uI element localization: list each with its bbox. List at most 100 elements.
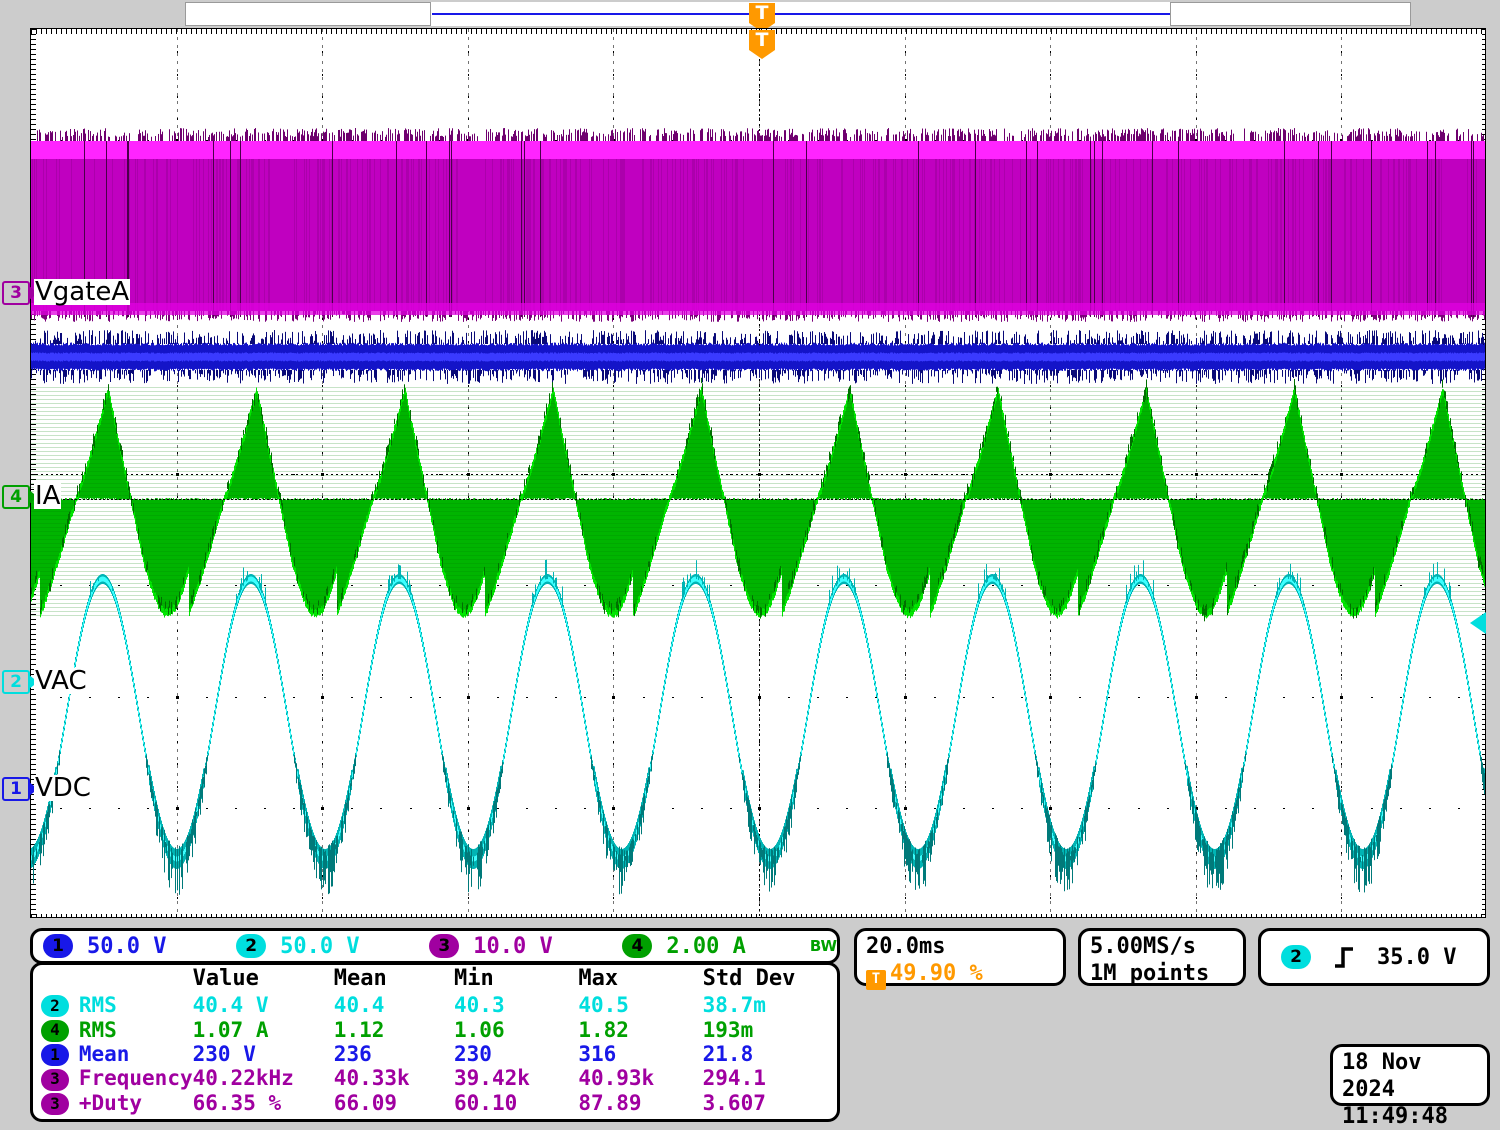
sample-rate: 5.00MS/s <box>1081 931 1243 960</box>
measurement-row[interactable]: 4RMS1.07 A1.121.061.82193m <box>33 1017 837 1041</box>
datetime-panel: 18 Nov 2024 11:49:48 <box>1330 1044 1490 1106</box>
measurement-max: 1.82 <box>578 1017 702 1041</box>
channel-marker-vgatea[interactable]: 3 <box>2 281 30 305</box>
trigger-position-readout: T49.90 % <box>857 960 1063 990</box>
measurement-name: +Duty <box>79 1091 193 1115</box>
measurement-mean: 1.12 <box>334 1017 454 1041</box>
channel-scale-row: 1 50.0 V 2 50.0 V 3 10.0 V 4 2.00 A BW <box>33 931 837 961</box>
measurement-badge-cell: 3 <box>33 1091 79 1115</box>
trigger-level-arrow[interactable] <box>1470 612 1486 634</box>
channel-scale-item-3[interactable]: 3 10.0 V <box>429 934 622 959</box>
measurement-stddev: 3.607 <box>703 1091 837 1115</box>
measurement-max: 40.93k <box>578 1066 702 1090</box>
waveform-graticule[interactable] <box>30 28 1486 918</box>
measurement-channel-badge: 3 <box>41 1069 69 1091</box>
measurement-table-panel[interactable]: ValueMeanMinMaxStd Dev 2RMS40.4 V40.440.… <box>30 962 840 1122</box>
measurement-mean: 236 <box>334 1042 454 1066</box>
measurement-channel-badge: 3 <box>41 1093 69 1115</box>
measurement-value: 40.4 V <box>193 993 334 1017</box>
trigger-position-marker-grid[interactable]: T <box>749 30 775 50</box>
trigger-settings-panel[interactable]: 2 35.0 V <box>1258 928 1490 986</box>
measurement-mean: 40.4 <box>334 993 454 1017</box>
date-readout: 18 Nov 2024 <box>1333 1047 1487 1103</box>
channel-badge-3[interactable]: 3 <box>429 934 459 958</box>
measurement-name: Mean <box>79 1042 193 1066</box>
measurement-badge-cell: 4 <box>33 1017 79 1041</box>
measurement-channel-badge: 2 <box>41 995 69 1017</box>
bottom-status-area: 150.0 V250.0 V310.0 V42.00 ABW ValueMean… <box>0 918 1500 1125</box>
measurement-header-mean: Mean <box>334 965 454 993</box>
channel-scale-value-2: 50.0 V <box>280 934 359 959</box>
trigger-source-badge[interactable]: 2 <box>1281 945 1311 969</box>
channel-scale-item-2[interactable]: 2 50.0 V <box>236 934 429 959</box>
measurement-name: Frequency <box>79 1066 193 1090</box>
channel-marker-number: 4 <box>10 489 22 506</box>
trigger-marker-letter: T <box>756 2 769 24</box>
measurement-header-row: ValueMeanMinMaxStd Dev <box>33 965 837 993</box>
bandwidth-limit-icon: BW <box>810 937 837 955</box>
rising-edge-icon[interactable] <box>1333 944 1355 970</box>
trigger-marker-letter-grid: T <box>756 29 769 51</box>
measurement-max: 316 <box>578 1042 702 1066</box>
measurement-stddev: 38.7m <box>703 993 837 1017</box>
channel-marker-vac[interactable]: 2 <box>2 670 30 694</box>
measurement-max: 87.89 <box>578 1091 702 1115</box>
channel-badge-1[interactable]: 1 <box>43 934 73 958</box>
timebase-scale: 20.0ms <box>857 931 1063 960</box>
measurement-badge-cell: 2 <box>33 993 79 1017</box>
channel-label-vdc[interactable]: VDC <box>34 775 92 801</box>
measurement-channel-badge: 4 <box>41 1020 69 1042</box>
channel-marker-number: 3 <box>10 285 22 302</box>
channel-scale-bar[interactable]: 1 50.0 V 2 50.0 V 3 10.0 V 4 2.00 A BW <box>30 928 840 964</box>
measurement-mean: 40.33k <box>334 1066 454 1090</box>
measurement-row[interactable]: 2 RMS40.4 V40.440.340.538.7m <box>33 993 837 1017</box>
measurement-name: RMS <box>79 1017 193 1041</box>
measurement-min: 40.3 <box>454 993 578 1017</box>
trigger-position-marker-top[interactable]: T <box>749 3 775 23</box>
channel-label-vac[interactable]: VAC <box>34 668 88 694</box>
channel-marker-ia[interactable]: 4 <box>2 485 30 509</box>
measurement-value: 230 V <box>193 1042 334 1066</box>
channel-scale-value-4: 2.00 A <box>666 934 745 959</box>
trigger-marker-tail-grid <box>749 50 775 59</box>
channel-scale-value-1: 50.0 V <box>87 934 166 959</box>
measurement-min: 39.42k <box>454 1066 578 1090</box>
measurement-row[interactable]: 3 +Duty66.35 %66.0960.1087.893.607 <box>33 1091 837 1115</box>
acquisition-panel[interactable]: 5.00MS/s 1M points <box>1078 928 1246 986</box>
measurement-name: RMS <box>79 993 193 1017</box>
channel-marker-vdc[interactable]: 1 <box>2 777 30 801</box>
measurement-header-std-dev: Std Dev <box>703 965 837 993</box>
measurement-channel-badge: 1 <box>41 1044 69 1066</box>
waveform-traces <box>31 29 1486 918</box>
measurement-stddev: 294.1 <box>703 1066 837 1090</box>
measurement-value: 66.35 % <box>193 1091 334 1115</box>
channel-marker-number: 2 <box>10 674 22 691</box>
channel-scale-item-1[interactable]: 1 50.0 V <box>43 934 236 959</box>
measurement-stddev: 193m <box>703 1017 837 1041</box>
measurement-badge-cell: 1 <box>33 1042 79 1066</box>
channel-scale-item-4[interactable]: 4 2.00 A <box>622 934 805 959</box>
trigger-position-icon: T <box>866 970 886 990</box>
measurement-header-value: Value <box>193 965 334 993</box>
measurement-mean: 66.09 <box>334 1091 454 1115</box>
waveform-overview-line <box>432 13 1170 15</box>
measurement-min: 230 <box>454 1042 578 1066</box>
measurement-row[interactable]: 1Mean230 V23623031621.8 <box>33 1042 837 1066</box>
horizontal-position-bar[interactable]: T <box>0 0 1500 28</box>
measurement-value: 40.22kHz <box>193 1066 334 1090</box>
time-readout: 11:49:48 <box>1333 1103 1487 1130</box>
channel-label-ia[interactable]: IA <box>34 483 61 509</box>
timebase-panel[interactable]: 20.0ms T49.90 % <box>854 928 1066 986</box>
measurement-min: 60.10 <box>454 1091 578 1115</box>
channel-badge-4[interactable]: 4 <box>622 934 652 958</box>
trigger-level-value: 35.0 V <box>1377 945 1456 970</box>
measurement-max: 40.5 <box>578 993 702 1017</box>
measurement-body: 2RMS40.4 V40.440.340.538.7m4RMS1.07 A1.1… <box>33 993 837 1115</box>
channel-badge-2[interactable]: 2 <box>236 934 266 958</box>
measurement-header-min: Min <box>454 965 578 993</box>
measurement-header-max: Max <box>578 965 702 993</box>
channel-scale-value-3: 10.0 V <box>473 934 552 959</box>
measurement-row[interactable]: 3 Frequency40.22kHz40.33k39.42k40.93k294.… <box>33 1066 837 1090</box>
measurement-table: ValueMeanMinMaxStd Dev 2RMS40.4 V40.440.… <box>33 965 837 1115</box>
channel-label-vgatea[interactable]: VgateA <box>34 279 130 305</box>
